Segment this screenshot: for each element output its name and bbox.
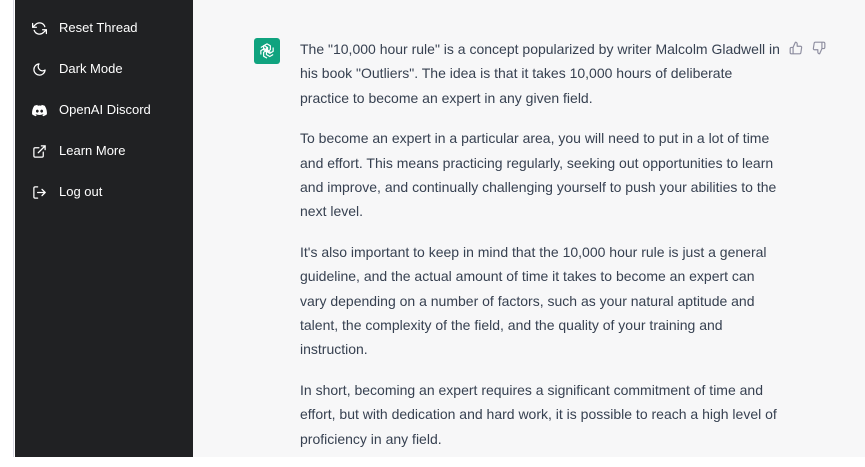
thumbs-down-icon[interactable] [811, 40, 827, 56]
sidebar: Reset Thread Dark Mode OpenAI Discord Le… [15, 0, 193, 457]
message-paragraph: In short, becoming an expert requires a … [300, 382, 777, 447]
sidebar-item-openai-discord[interactable]: OpenAI Discord [15, 95, 193, 125]
window-edge [0, 0, 14, 457]
moon-icon [31, 61, 47, 77]
message-paragraph: It's also important to keep in mind that… [300, 244, 767, 358]
assistant-message: The "10,000 hour rule" is a concept popu… [300, 37, 784, 467]
discord-icon [31, 102, 47, 118]
sidebar-item-label: Log out [59, 184, 103, 199]
sidebar-item-dark-mode[interactable]: Dark Mode [15, 54, 193, 84]
sidebar-item-label: Reset Thread [59, 20, 138, 35]
message-paragraph: To become an expert in a particular area… [300, 130, 777, 220]
sidebar-item-label: Learn More [59, 143, 126, 158]
sidebar-item-reset-thread[interactable]: Reset Thread [15, 13, 193, 43]
reset-icon [31, 20, 47, 36]
conversation-area: The "10,000 hour rule" is a concept popu… [193, 0, 865, 457]
external-link-icon [31, 143, 47, 159]
openai-logo-icon [254, 38, 280, 64]
log-out-icon [31, 184, 47, 200]
sidebar-item-learn-more[interactable]: Learn More [15, 136, 193, 166]
app-window: Reset Thread Dark Mode OpenAI Discord Le… [0, 0, 865, 457]
sidebar-item-label: OpenAI Discord [59, 102, 151, 117]
message-paragraph: The "10,000 hour rule" is a concept popu… [300, 41, 780, 106]
sidebar-item-label: Dark Mode [59, 61, 123, 76]
sidebar-item-log-out[interactable]: Log out [15, 177, 193, 207]
thumbs-up-icon[interactable] [788, 40, 804, 56]
